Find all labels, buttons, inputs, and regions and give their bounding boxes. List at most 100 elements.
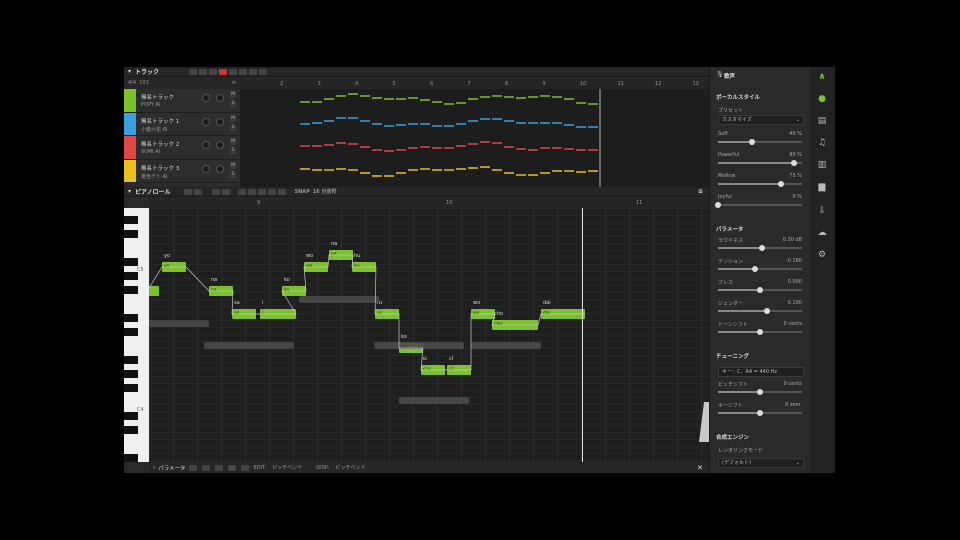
view-button-2[interactable] bbox=[248, 188, 257, 195]
param-tool-4[interactable] bbox=[227, 464, 236, 471]
track-voice[interactable]: POPY AI bbox=[141, 102, 160, 108]
tempo[interactable]: 103 bbox=[139, 80, 149, 86]
track-color-swatch[interactable] bbox=[124, 159, 136, 182]
loop-button[interactable] bbox=[199, 68, 208, 75]
mute-button[interactable]: M bbox=[230, 92, 236, 98]
black-key[interactable] bbox=[124, 272, 138, 280]
solo-button[interactable]: S bbox=[230, 101, 236, 107]
track-name[interactable]: 無名トラック bbox=[141, 93, 174, 101]
vibrato-tool-button[interactable] bbox=[222, 188, 231, 195]
slider-value[interactable]: 40 % bbox=[789, 131, 802, 137]
solo-button[interactable]: S bbox=[230, 148, 236, 154]
black-key[interactable] bbox=[124, 454, 138, 462]
book-icon[interactable]: ▆ bbox=[816, 181, 828, 193]
snap-value[interactable]: 16 分音符 bbox=[313, 188, 337, 195]
track-row[interactable]: 無名トラック 1 小春六花 AI M S bbox=[124, 112, 240, 136]
record-button[interactable] bbox=[219, 68, 228, 75]
view-button-5[interactable] bbox=[278, 188, 287, 195]
solo-button[interactable]: S bbox=[230, 124, 236, 131]
slider-track[interactable] bbox=[718, 181, 802, 187]
music-note-icon[interactable]: ♫ bbox=[816, 137, 828, 149]
slider-thumb[interactable] bbox=[757, 389, 763, 395]
slider-thumb[interactable] bbox=[778, 181, 784, 187]
slider-value[interactable]: 0 cents bbox=[784, 381, 802, 387]
slider-value[interactable]: 0 cents bbox=[784, 321, 802, 327]
piano-keyboard[interactable]: C5 C4 bbox=[124, 208, 149, 462]
slider-value[interactable]: 0.30 dB bbox=[783, 237, 802, 243]
slider-value[interactable]: 75 % bbox=[789, 173, 802, 179]
pianoroll-ruler[interactable]: 9 10 11 bbox=[149, 198, 709, 208]
black-key[interactable] bbox=[124, 384, 138, 392]
black-key[interactable] bbox=[124, 258, 138, 266]
mute-button[interactable]: M bbox=[230, 139, 236, 145]
collapse-icon[interactable]: ▾ bbox=[128, 188, 131, 195]
note-grid[interactable]: yoyonanasasaiikokowowonanahuhururukokoo:… bbox=[149, 208, 709, 462]
mute-button[interactable]: M bbox=[230, 115, 236, 122]
view-button-4[interactable] bbox=[268, 188, 277, 195]
close-icon[interactable]: ✕ bbox=[697, 464, 703, 472]
rewind-button[interactable] bbox=[249, 68, 258, 75]
preset-select[interactable]: カスタマイズ ⌄ bbox=[718, 115, 804, 125]
mic-icon[interactable]: ● bbox=[816, 93, 828, 105]
slider-thumb[interactable] bbox=[757, 329, 763, 335]
slider-track[interactable] bbox=[718, 410, 802, 416]
solo-button[interactable]: S bbox=[230, 171, 236, 178]
slider-thumb[interactable] bbox=[758, 245, 765, 251]
select-tool-button[interactable] bbox=[184, 188, 193, 195]
pan-knob[interactable] bbox=[216, 117, 224, 126]
playhead[interactable] bbox=[582, 208, 583, 462]
track-name[interactable]: 無名トラック 2 bbox=[141, 140, 179, 148]
pan-knob[interactable] bbox=[216, 164, 224, 173]
volume-knob[interactable] bbox=[202, 117, 210, 126]
collapse-icon[interactable]: ▾ bbox=[128, 68, 131, 75]
library-icon[interactable]: ▥ bbox=[816, 159, 828, 171]
cursor-tool-button[interactable] bbox=[189, 68, 198, 75]
slider-thumb[interactable] bbox=[715, 202, 721, 208]
track-name[interactable]: 無名トラック 1 bbox=[141, 117, 179, 125]
slider-thumb[interactable] bbox=[757, 410, 763, 416]
export-icon[interactable]: ⇩ bbox=[816, 205, 828, 217]
pencil-tool-button[interactable] bbox=[194, 188, 203, 195]
slider-track[interactable] bbox=[718, 160, 802, 166]
slider-track[interactable] bbox=[718, 329, 802, 335]
pitch-curve-svg[interactable] bbox=[149, 208, 709, 462]
pitch-curve[interactable] bbox=[149, 254, 585, 371]
cloud-icon[interactable]: ☁ bbox=[816, 227, 828, 239]
slider-track[interactable] bbox=[715, 202, 802, 208]
render-mode-select[interactable]: (デフォルト) ⌄ bbox=[718, 458, 804, 468]
slider-value[interactable]: 90 % bbox=[789, 152, 802, 158]
slider-thumb[interactable] bbox=[751, 266, 758, 272]
param-tool-5[interactable] bbox=[240, 464, 249, 471]
clapper-icon[interactable]: ▤ bbox=[816, 115, 828, 127]
slider-track[interactable] bbox=[718, 245, 802, 251]
track-voice[interactable]: SUMI AI bbox=[141, 149, 160, 155]
track-color-swatch[interactable] bbox=[124, 89, 136, 112]
slider-thumb[interactable] bbox=[763, 308, 770, 314]
black-key[interactable] bbox=[124, 216, 138, 224]
mute-button[interactable]: M bbox=[230, 162, 236, 169]
slider-track[interactable] bbox=[718, 389, 802, 395]
slider-track[interactable] bbox=[718, 139, 802, 145]
track-color-swatch[interactable] bbox=[124, 112, 136, 135]
edit-value[interactable]: ピッチベンド bbox=[272, 464, 302, 471]
volume-knob[interactable] bbox=[202, 164, 210, 173]
volume-knob[interactable] bbox=[202, 94, 210, 102]
play-button[interactable] bbox=[239, 68, 248, 75]
expand-icon[interactable]: › bbox=[153, 465, 155, 471]
slider-value[interactable]: 0.190 bbox=[788, 300, 802, 306]
black-key[interactable] bbox=[124, 314, 138, 322]
param-tool-2[interactable] bbox=[201, 464, 210, 471]
arrangement-ruler[interactable]: 2 3 4 5 6 7 8 9 10 11 12 13 bbox=[240, 79, 709, 89]
stop-button[interactable] bbox=[229, 68, 238, 75]
slider-track[interactable] bbox=[718, 308, 802, 314]
slider-value[interactable]: -0.180 bbox=[786, 258, 802, 264]
black-key[interactable] bbox=[124, 370, 138, 378]
slider-track[interactable] bbox=[718, 266, 802, 272]
track-row[interactable]: 無名トラック POPY AI M S bbox=[124, 89, 240, 113]
slider-track[interactable] bbox=[718, 287, 802, 293]
pan-knob[interactable] bbox=[216, 141, 224, 149]
black-key[interactable] bbox=[124, 328, 138, 336]
slider-value[interactable]: 0 sem. bbox=[785, 402, 802, 408]
slider-thumb[interactable] bbox=[757, 287, 763, 293]
track-color-swatch[interactable] bbox=[124, 136, 136, 159]
